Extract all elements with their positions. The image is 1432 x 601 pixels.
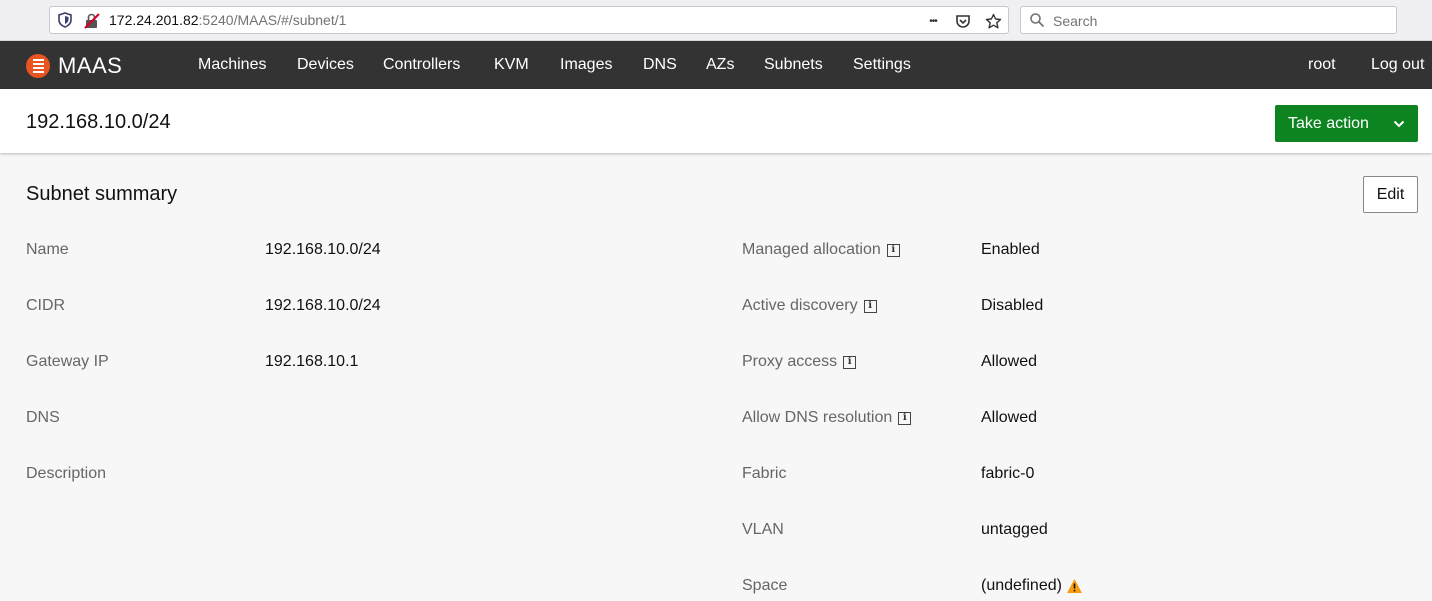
url-text[interactable]: 172.24.201.82:5240/MAAS/#/subnet/1 [109,12,346,28]
allow-dns-resolution-label: Allow DNS resolution [742,409,893,426]
proxy-access-row-label: Proxy access i [742,353,857,371]
bookmark-star-icon[interactable] [984,12,1002,30]
name-label: Name [26,241,69,258]
nav-link-controllers[interactable]: Controllers [383,56,460,74]
nav-link-settings[interactable]: Settings [853,56,911,74]
nav-link-devices[interactable]: Devices [297,56,354,74]
page-header: 192.168.10.0/24 Take action [0,89,1432,153]
name-value: 192.168.10.0/24 [265,241,381,258]
address-bar[interactable]: 172.24.201.82:5240/MAAS/#/subnet/1 ••• [49,6,1009,34]
search-input[interactable] [1051,10,1385,32]
allow-dns-resolution-row-label: Allow DNS resolution i [742,409,912,427]
browser-toolbar: 172.24.201.82:5240/MAAS/#/subnet/1 ••• [0,0,1432,41]
take-action-button[interactable]: Take action [1275,105,1418,142]
subnet-summary-title: Subnet summary [26,183,178,205]
fabric-value: fabric-0 [981,465,1035,482]
description-label: Description [26,465,107,482]
info-icon[interactable]: i [898,411,912,425]
gateway-ip-label: Gateway IP [26,353,109,370]
search-icon [1030,13,1045,28]
url-host: 172.24.201.82 [109,12,199,28]
maas-logo[interactable]: MAAS [26,53,122,79]
main-navigation: MAAS Machines Devices Controllers KVM Im… [0,41,1432,89]
active-discovery-value: Disabled [981,297,1044,314]
active-discovery-row-label: Active discovery i [742,297,877,315]
insecure-lock-icon[interactable] [83,12,101,30]
cidr-value: 192.168.10.0/24 [265,297,381,314]
nav-user-link[interactable]: root [1308,56,1336,74]
gateway-ip-value: 192.168.10.1 [265,353,359,370]
dns-label: DNS [26,409,60,426]
managed-allocation-row-label: Managed allocation i [742,241,900,259]
nav-link-machines[interactable]: Machines [198,56,266,74]
cidr-label: CIDR [26,297,66,314]
more-actions-icon[interactable]: ••• [924,12,942,30]
nav-link-kvm[interactable]: KVM [494,56,529,74]
space-value: (undefined) [981,577,1062,594]
brand-name: MAAS [58,53,123,78]
warning-icon [1066,579,1082,593]
address-bar-actions: ••• [924,11,1002,31]
take-action-label: Take action [1288,114,1369,132]
managed-allocation-value: Enabled [981,241,1040,258]
proxy-access-label: Proxy access [742,353,838,370]
info-icon[interactable]: i [886,243,900,257]
nav-link-subnets[interactable]: Subnets [764,56,823,74]
page-title: 192.168.10.0/24 [26,111,171,133]
info-icon[interactable]: i [863,299,877,313]
proxy-access-value: Allowed [981,353,1038,370]
chevron-down-icon [1393,120,1405,127]
tracking-shield-icon[interactable] [57,12,73,28]
vlan-value: untagged [981,521,1048,538]
nav-logout-link[interactable]: Log out [1371,56,1424,74]
pocket-icon[interactable] [954,12,972,30]
nav-link-images[interactable]: Images [560,56,612,74]
space-row-value: (undefined) [981,577,1083,595]
fabric-label: Fabric [742,465,787,482]
url-path: :5240/MAAS/#/subnet/1 [198,12,347,28]
space-label: Space [742,577,788,594]
maas-logo-icon [26,54,50,78]
active-discovery-label: Active discovery [742,297,858,314]
allow-dns-resolution-value: Allowed [981,409,1038,426]
nav-link-dns[interactable]: DNS [643,56,677,74]
info-icon[interactable]: i [843,355,857,369]
nav-link-azs[interactable]: AZs [706,56,734,74]
managed-allocation-label: Managed allocation [742,241,881,258]
edit-button[interactable]: Edit [1363,176,1418,213]
browser-search-box[interactable] [1020,6,1397,34]
vlan-label: VLAN [742,521,784,538]
